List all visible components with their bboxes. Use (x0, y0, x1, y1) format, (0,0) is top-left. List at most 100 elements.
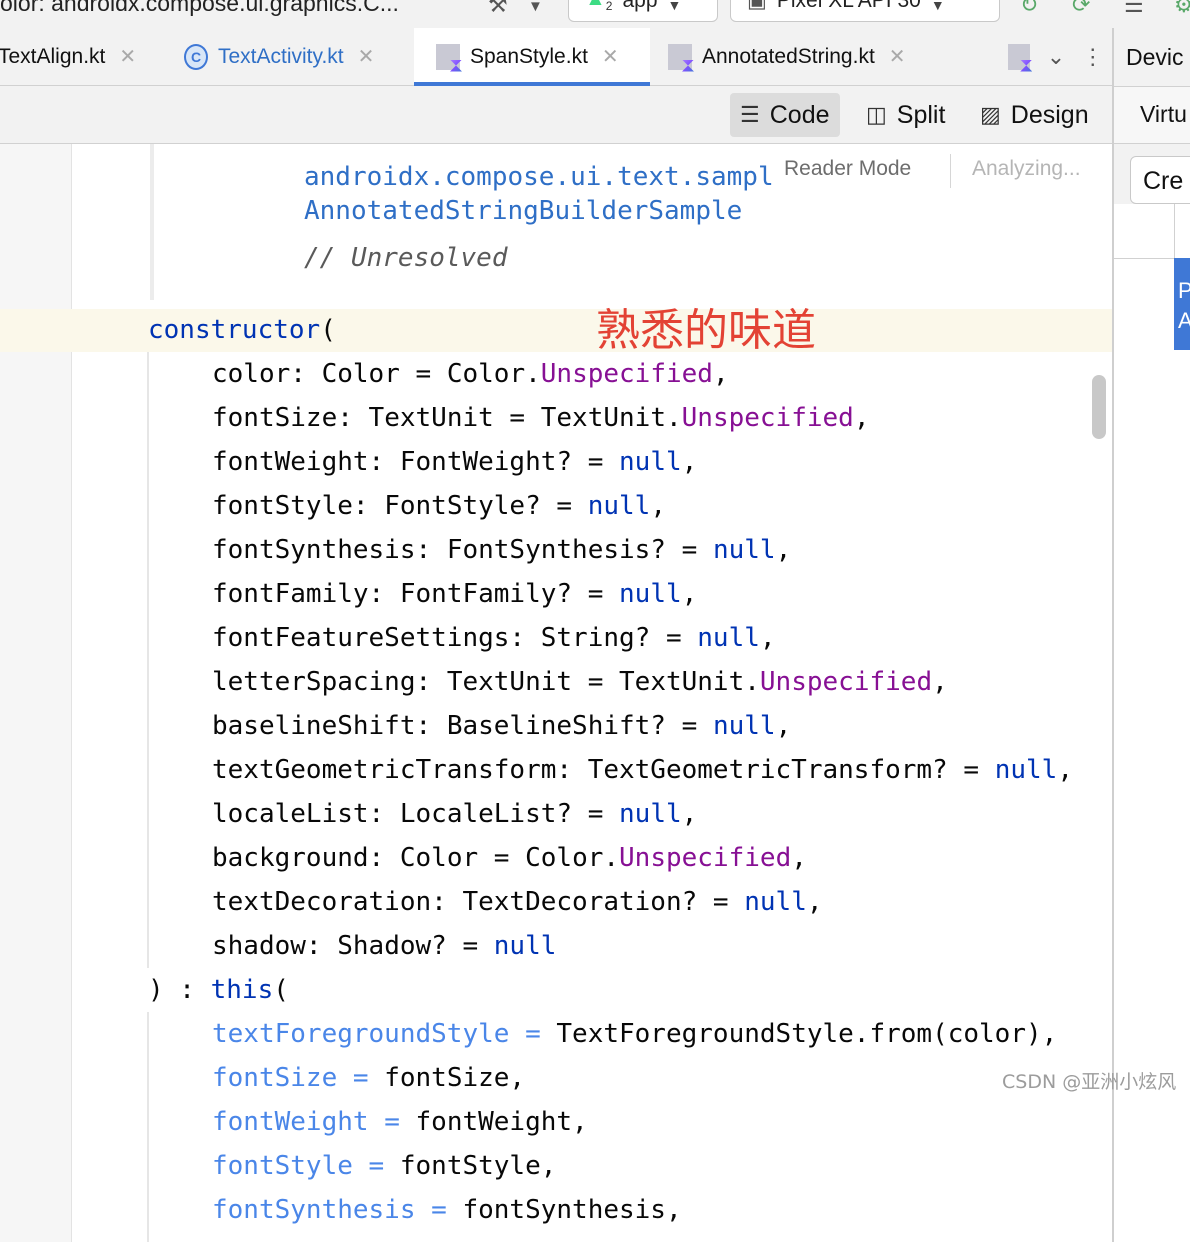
doc-link-sample-name[interactable]: AnnotatedStringBuilderSample (304, 196, 742, 226)
divider (950, 154, 951, 188)
parameter-line: letterSpacing: TextUnit = TextUnit.Unspe… (212, 667, 948, 697)
parameter-line: localeList: LocaleList? = null, (212, 799, 697, 829)
parameter-line: fontFamily: FontFamily? = null, (212, 579, 697, 609)
parameter-name: textGeometricTransform (212, 755, 557, 785)
equals: = (540, 491, 588, 521)
tab-textactivity[interactable]: C TextActivity.kt ✕ (184, 28, 412, 85)
argument-name: fontSynthesis (212, 1195, 416, 1225)
create-device-label: Cre (1143, 167, 1184, 195)
colon: : (509, 623, 541, 653)
tab-annotatedstring[interactable]: AnnotatedString.kt ✕ (668, 28, 938, 85)
argument-value: fontStyle, (399, 1151, 557, 1181)
run-configuration-selector[interactable]: ▲2 app ▼ (568, 0, 718, 22)
parameter-type: BaselineShift? (446, 711, 666, 741)
navigation-breadcrumb[interactable]: olor: androidx.compose.ui.graphics.C... (0, 0, 399, 17)
split-icon: ◫ (866, 102, 887, 127)
create-device-button[interactable]: Cre (1130, 156, 1190, 204)
parameter-name: fontSize (212, 403, 338, 433)
code-view-button[interactable]: ☰ Code (730, 93, 840, 137)
virtual-tab[interactable]: Virtu (1114, 86, 1190, 144)
reader-mode-button[interactable]: Reader Mode (784, 157, 911, 181)
colon: : (368, 799, 400, 829)
design-view-button[interactable]: ▨ Design (970, 93, 1099, 137)
named-argument-line: fontStyle = fontStyle, (212, 1151, 556, 1181)
sync-icon[interactable]: ☰ (1124, 0, 1144, 18)
close-icon[interactable]: ✕ (602, 44, 619, 69)
close-icon[interactable]: ✕ (889, 44, 906, 69)
watermark: CSDN @亚洲小炫风 (1002, 1071, 1177, 1093)
split-view-button[interactable]: ◫ Split (856, 93, 955, 137)
equals: = (493, 403, 541, 433)
named-argument-line: fontSynthesis = fontSynthesis, (212, 1195, 682, 1225)
doc-link-sample[interactable]: androidx.compose.ui.text.sampl (304, 162, 774, 192)
tab-spanstyle[interactable]: SpanStyle.kt ✕ (414, 28, 650, 86)
parameter-name: fontFeatureSettings (212, 623, 510, 653)
apply-changes-icon[interactable]: ↻ (1020, 0, 1038, 18)
separator: , (775, 711, 792, 741)
parameter-type: TextGeometricTransform? (587, 755, 948, 785)
design-view-label: Design (1010, 100, 1089, 129)
colon: : (352, 491, 385, 521)
code-editor[interactable]: androidx.compose.ui.text.sampl Annotated… (0, 144, 1112, 1242)
panel-title: Devic (1126, 44, 1184, 70)
named-argument-line: textForegroundStyle = TextForegroundStyl… (212, 1019, 1057, 1049)
parameter-name: localeList (212, 799, 369, 829)
chevron-down-icon[interactable]: ▼ (528, 0, 543, 15)
open-paren: ( (273, 975, 289, 1005)
device-selector[interactable]: ▣ Pixel XL API 30 ▼ (730, 0, 1000, 22)
tab-textalign[interactable]: TextAlign.kt ✕ (0, 28, 170, 85)
parameter-name: textDecoration (212, 887, 432, 917)
argument-name: fontSize (212, 1063, 338, 1093)
image-icon: ▨ (980, 102, 1001, 127)
kotlin-file-icon[interactable] (1008, 43, 1031, 70)
colon: : (337, 403, 369, 433)
android-icon: ▲2 (585, 0, 613, 13)
argument-name: fontStyle (212, 1151, 353, 1181)
separator: , (932, 667, 948, 697)
argument-value: fontSize, (384, 1063, 526, 1093)
device-manager-panel: Devic Virtu Cre P A (1114, 28, 1190, 1242)
device-row-selected[interactable]: P A (1174, 258, 1190, 350)
default-qualifier: Color. (525, 843, 620, 873)
vertical-scrollbar[interactable] (1092, 375, 1106, 439)
argument-value: fontSynthesis, (462, 1195, 682, 1225)
apply-code-changes-icon[interactable]: ⟳ (1072, 0, 1090, 18)
close-icon[interactable]: ✕ (119, 44, 136, 69)
equals: = (572, 799, 620, 829)
colon: : (290, 359, 322, 389)
parameter-line: textGeometricTransform: TextGeometricTra… (212, 755, 1073, 785)
code-lines-icon: ☰ (740, 102, 760, 127)
indent-guide (147, 352, 149, 968)
parameter-type: FontFamily? (399, 579, 573, 609)
kotlin-class-icon: C (184, 43, 208, 70)
close-icon[interactable]: ✕ (358, 44, 375, 69)
equals: = (509, 1019, 557, 1049)
equals: = (368, 1107, 416, 1137)
equals: = (446, 931, 494, 961)
parameter-name: letterSpacing (212, 667, 416, 697)
equals: = (665, 711, 713, 741)
overlay-annotation: 熟悉的味道 (596, 305, 816, 356)
parameter-type: TextUnit (446, 667, 573, 697)
default-qualifier: TextUnit. (540, 403, 682, 433)
run-configuration-label: app (622, 0, 658, 12)
parameter-line: fontFeatureSettings: String? = null, (212, 623, 776, 653)
separator: , (681, 799, 698, 829)
colon: : (368, 579, 400, 609)
kotlin-file-icon (436, 43, 460, 70)
default-value: Unspecified (619, 843, 792, 873)
argument-value: TextForegroundStyle.from(color), (556, 1019, 1058, 1049)
chevron-down-icon[interactable]: ⌄ (1047, 44, 1065, 70)
gradle-icon[interactable]: ⚙ (1174, 0, 1190, 18)
separator: , (853, 403, 870, 433)
equals: = (415, 1195, 463, 1225)
parameter-type: Shadow? (337, 931, 447, 961)
split-view-label: Split (896, 100, 946, 129)
more-vertical-icon[interactable]: ⋮ (1082, 44, 1104, 70)
column-divider (1174, 204, 1175, 258)
separator: , (791, 843, 807, 873)
equals: = (352, 1151, 400, 1181)
default-value: null (712, 711, 776, 741)
build-hammer-icon[interactable]: ⚒ (488, 0, 508, 18)
argument-name: textForegroundStyle (212, 1019, 510, 1049)
